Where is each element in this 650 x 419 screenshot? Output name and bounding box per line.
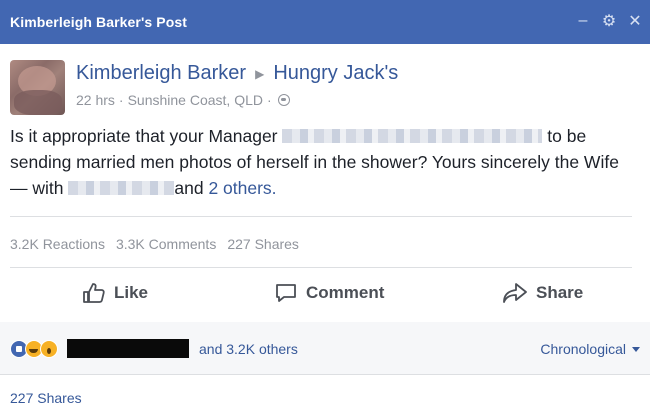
thumbs-up-icon xyxy=(83,283,105,303)
close-icon[interactable]: ✕ xyxy=(626,10,644,32)
reactions-count[interactable]: 3.2K Reactions xyxy=(10,236,105,252)
redacted-names xyxy=(67,339,189,358)
divider xyxy=(10,216,632,217)
reactions-summary: and 3.2K others Chronological xyxy=(0,322,650,374)
others-link[interactable]: 2 others. xyxy=(208,178,276,198)
arrow-right-icon: ▶ xyxy=(255,66,265,81)
engagement-counts: 3.2K Reactions 3.3K Comments 227 Shares xyxy=(10,236,299,252)
shares-link[interactable]: 227 Shares xyxy=(10,390,82,406)
comment-icon xyxy=(276,284,296,302)
chat-window-header: Kimberleigh Barker's Post – ⚙ ✕ xyxy=(0,0,650,44)
page-link[interactable]: Hungry Jack's xyxy=(273,62,398,85)
window-title: Kimberleigh Barker's Post xyxy=(10,14,188,30)
post-body: Is it appropriate that your Manager to b… xyxy=(10,126,619,198)
divider xyxy=(0,374,650,375)
shares-count[interactable]: 227 Shares xyxy=(227,236,299,252)
wow-reaction-icon xyxy=(40,339,58,358)
chevron-down-icon xyxy=(632,346,640,352)
blurred-tag xyxy=(68,181,175,195)
action-bar: Like Comment Share xyxy=(0,270,650,320)
share-arrow-icon xyxy=(503,283,527,303)
like-button[interactable]: Like xyxy=(82,282,148,304)
post-meta: 22 hrs · Sunshine Coast, QLD · xyxy=(76,92,290,108)
avatar[interactable] xyxy=(10,60,65,115)
gear-icon[interactable]: ⚙ xyxy=(600,10,618,32)
reactors-others-link[interactable]: and 3.2K others xyxy=(199,341,298,357)
sort-dropdown[interactable]: Chronological xyxy=(540,341,640,357)
author-name[interactable]: Kimberleigh Barker xyxy=(76,62,246,85)
divider xyxy=(10,267,632,268)
reaction-icons[interactable] xyxy=(10,339,189,358)
comments-count[interactable]: 3.3K Comments xyxy=(116,236,216,252)
share-button[interactable]: Share xyxy=(502,282,583,304)
blurred-name xyxy=(282,129,543,143)
minimize-icon[interactable]: – xyxy=(574,10,592,32)
post-location[interactable]: Sunshine Coast, QLD xyxy=(128,92,263,108)
globe-icon[interactable] xyxy=(277,94,290,106)
comment-button[interactable]: Comment xyxy=(274,282,384,304)
post-time[interactable]: 22 hrs xyxy=(76,92,115,108)
